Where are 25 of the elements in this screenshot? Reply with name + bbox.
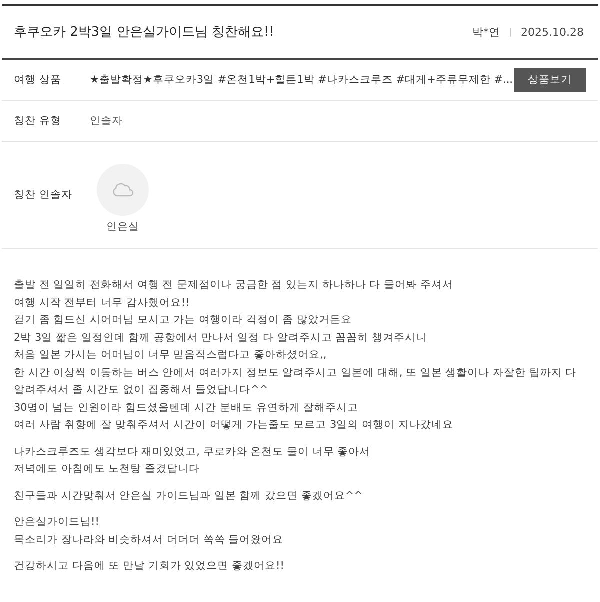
post-title: 후쿠오카 2박3일 안은실가이드님 칭찬해요!! <box>14 24 274 41</box>
cloud-icon <box>111 182 135 198</box>
review-text: 한 시간 이상씩 이동하는 버스 안에서 여러가지 정보도 알려주시고 일본에 대해, 또 일본 생활이나 자잘한 팁까지 다 알려주셔서 졸 시간도 없이 집중해서 들었답니다^^ <box>14 366 578 398</box>
review-text: 30명이 넘는 인원이라 힘드셨을텐데 시간 분배도 유연하게 잘해주시고 <box>14 400 360 416</box>
product-name: ★출발확정★후쿠오카3일 #온천1박+힐튼1박 #나카스크루즈 #대게+주류무제한 #... <box>90 74 514 86</box>
review-text: 나카스크루즈도 생각보다 재미있었고, 쿠로카와 온천도 물이 너무 좋아서 <box>14 444 372 460</box>
view-product-button[interactable]: 상품보기 <box>514 68 586 92</box>
review-text: 걷기 좀 힘드신 시어머님 모시고 가는 여행이라 걱정이 좀 많았거든요 <box>14 313 354 328</box>
review-text: 안은실가이드님!! <box>14 515 100 530</box>
post-date: 2025.10.28 <box>521 26 584 38</box>
review-text: 목소리가 장나라와 비슷하셔서 더더더 쏙쏙 들어왔어요 <box>14 532 285 548</box>
review-text: 친구들과 시간맞춰서 안은실 가이드님과 일본 함께 갔으면 좋겠어요^^ <box>14 488 364 504</box>
field-label: 칭찬 유형 <box>14 114 62 128</box>
review-text: 건강하시고 다음에 또 만날 기회가 있었으면 좋겠어요!! <box>14 559 286 574</box>
field-label: 여행 상품 <box>14 73 62 87</box>
review-text: 여러 사람 취향에 잘 맞춰주셔서 시간이 어떻게 가는줄도 모르고 3일의 여행이 지나갔네요 <box>14 418 454 433</box>
review-text: 처음 일본 가시는 어머님이 너무 믿음직스럽다고 좋아하셨어요,, <box>14 348 328 363</box>
review-text: 저녁에도 아침에도 노천탕 즐겼답니다 <box>14 462 202 477</box>
field-value: 인솔자 <box>90 115 123 127</box>
review-text: 여행 시작 전부터 너무 감사했어요!! <box>14 296 191 310</box>
author-name: 박*연 <box>472 24 500 40</box>
review-text: 2박 3일 짧은 일정인데 함께 공항에서 만나서 일정 다 알려주시고 꼼꼼히 챙겨주시니 <box>14 330 428 346</box>
field-label: 칭찬 인솔자 <box>14 188 74 202</box>
review-text: 출발 전 일일히 전화해서 여행 전 문제점이나 궁금한 점 있는지 하나하나 다 물어봐 주셔서 <box>14 278 454 293</box>
guide-name: 인은실 <box>106 220 140 234</box>
